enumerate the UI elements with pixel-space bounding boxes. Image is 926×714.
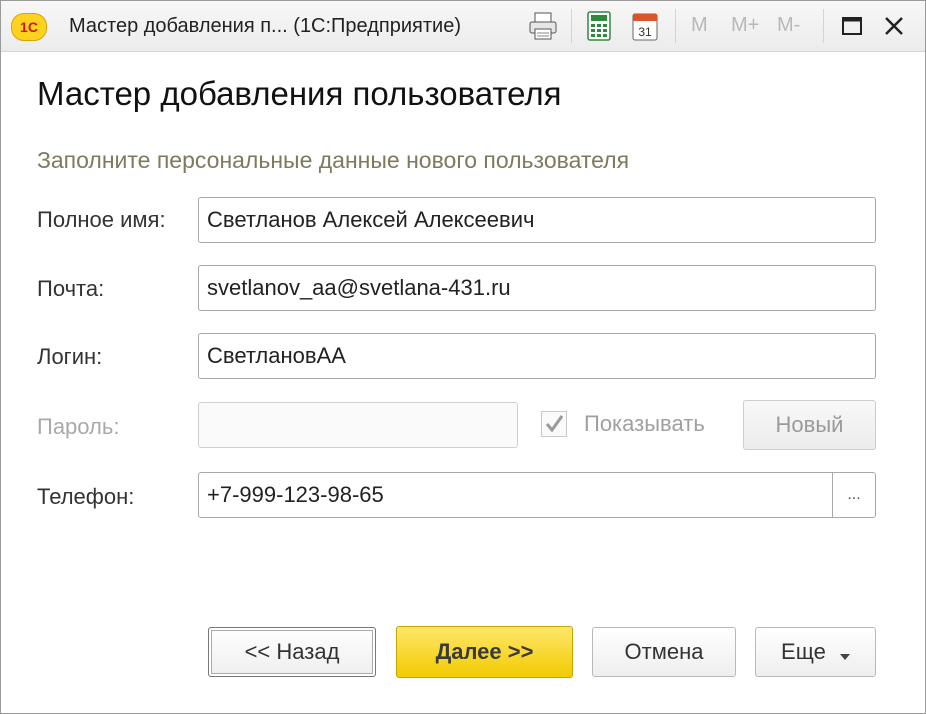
password-label: Пароль: (37, 414, 120, 439)
memory-m-minus-button[interactable]: M- (777, 14, 800, 37)
title-bar: 1С Мастер добавления п... (1С:Предприяти… (1, 1, 925, 52)
email-field[interactable]: svetlanov_aa@svetlana-431.ru (198, 265, 876, 311)
more-button[interactable]: Еще (755, 627, 876, 677)
app-logo[interactable]: 1С (11, 13, 47, 41)
maximize-icon[interactable] (837, 11, 867, 41)
window-title: Мастер добавления п... (1С:Предприятие) (69, 15, 461, 37)
toolbar-separator (675, 9, 676, 43)
close-icon[interactable] (879, 11, 909, 41)
more-button-label: Еще (781, 639, 826, 664)
phone-select-button[interactable]: ... (832, 473, 875, 517)
toolbar-separator (823, 9, 824, 43)
email-label: Почта: (37, 276, 105, 301)
calendar-day: 31 (638, 25, 652, 39)
checkmark-icon (545, 415, 564, 433)
full-name-label: Полное имя: (37, 207, 166, 232)
new-password-button[interactable]: Новый (743, 400, 876, 450)
phone-field[interactable]: +7-999-123-98-65 ... (198, 472, 876, 518)
calendar-icon[interactable]: 31 (629, 9, 661, 43)
chevron-down-icon (839, 629, 850, 677)
cancel-button[interactable]: Отмена (592, 627, 736, 677)
page-subtitle: Заполните персональные данные нового пол… (37, 147, 630, 173)
login-field[interactable]: СветлановАА (198, 333, 876, 379)
toolbar-separator (571, 9, 572, 43)
phone-value: +7-999-123-98-65 (207, 482, 384, 507)
wizard-window: 1С Мастер добавления п... (1С:Предприяти… (0, 0, 926, 714)
show-password-checkbox[interactable] (541, 411, 567, 437)
phone-label: Телефон: (37, 484, 135, 509)
password-field[interactable] (198, 402, 518, 448)
full-name-field[interactable]: Светланов Алексей Алексеевич (198, 197, 876, 243)
memory-m-button[interactable]: M (691, 14, 708, 37)
next-button[interactable]: Далее >> (396, 626, 573, 678)
back-button[interactable]: << Назад (208, 627, 376, 677)
login-label: Логин: (37, 344, 103, 369)
show-password-label[interactable]: Показывать (584, 411, 705, 437)
page-title: Мастер добавления пользователя (37, 75, 562, 112)
print-icon[interactable] (527, 9, 559, 43)
memory-m-plus-button[interactable]: M+ (731, 14, 759, 37)
calculator-icon[interactable] (583, 9, 615, 43)
